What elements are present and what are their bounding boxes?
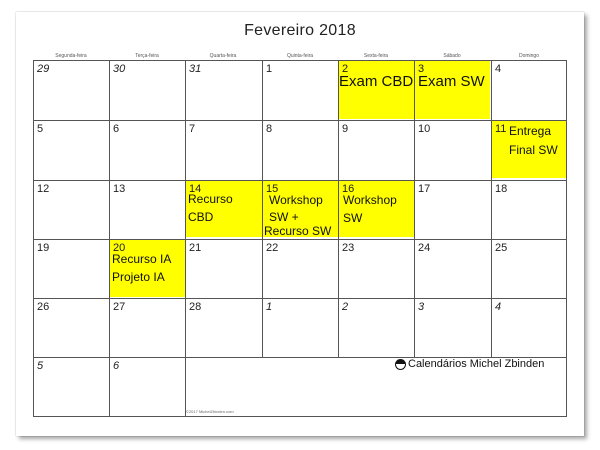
event-note: Recurso <box>188 192 233 206</box>
event-note: Final SW <box>509 143 558 157</box>
day-cell[interactable]: 21 <box>185 239 262 298</box>
event-note: Recurso SW <box>264 224 332 238</box>
event-note: Projeto IA <box>112 270 165 284</box>
day-cell[interactable]: 12 <box>33 180 109 239</box>
day-number: 22 <box>266 242 279 254</box>
day-cell[interactable]: 3 <box>414 298 491 357</box>
weekday-header: Domingo <box>518 53 539 59</box>
day-cell[interactable]: 17 <box>414 180 491 239</box>
event-note: Workshop <box>343 193 397 207</box>
day-number: 13 <box>113 183 126 195</box>
day-cell[interactable]: 6 <box>109 120 185 180</box>
day-cell[interactable]: 4 <box>491 60 567 120</box>
event-note: Workshop <box>269 193 323 207</box>
day-number: 5 <box>37 123 44 135</box>
day-number: 3 <box>418 301 425 313</box>
day-cell[interactable]: 28 <box>185 298 262 357</box>
weekday-header: Sábado <box>443 53 461 59</box>
day-number: 6 <box>113 123 120 135</box>
day-cell[interactable]: 10 <box>414 120 491 180</box>
event-note: SW <box>343 211 363 225</box>
day-number: 12 <box>37 183 50 195</box>
weekday-header: Quarta-feira <box>209 53 237 59</box>
day-number: 1 <box>266 301 273 313</box>
copyright-text: ©2017 MichelZbinden.com <box>186 409 234 414</box>
day-cell[interactable]: 9 <box>338 120 414 180</box>
day-number: 19 <box>37 242 50 254</box>
day-cell[interactable]: 3 <box>414 60 491 120</box>
day-cell[interactable]: 31 <box>185 60 262 120</box>
day-number: 17 <box>418 183 431 195</box>
day-number: 7 <box>189 123 196 135</box>
day-cell[interactable]: 30 <box>109 60 185 120</box>
day-cell[interactable]: 1 <box>262 60 338 120</box>
event-note: Exam SW <box>418 73 485 90</box>
day-cell[interactable]: 2 <box>338 298 414 357</box>
day-number: 31 <box>189 63 202 75</box>
day-cell[interactable]: 22 <box>262 239 338 298</box>
day-number: 4 <box>495 301 502 313</box>
calendar-title: Fevereiro 2018 <box>244 22 356 39</box>
event-note: Recurso IA <box>112 252 172 266</box>
day-cell[interactable]: 5 <box>33 120 109 180</box>
day-number: 18 <box>495 183 508 195</box>
day-cell[interactable]: 18 <box>491 180 567 239</box>
day-number: 24 <box>418 242 431 254</box>
day-cell[interactable]: 26 <box>33 298 109 357</box>
day-cell[interactable]: 7 <box>185 120 262 180</box>
logo-icon <box>395 358 406 370</box>
weekday-header: Quinta-feira <box>286 53 314 59</box>
day-cell[interactable]: 23 <box>338 239 414 298</box>
day-number: 6 <box>113 360 120 372</box>
day-number: 25 <box>495 242 508 254</box>
day-cell[interactable]: 20 <box>109 239 185 298</box>
day-cell[interactable]: 19 <box>33 239 109 298</box>
day-cell[interactable]: 5 <box>33 357 109 417</box>
day-number: 26 <box>37 301 50 313</box>
weekday-header: Terça-feira <box>135 53 159 59</box>
day-number: 27 <box>113 301 126 313</box>
day-number: 11 <box>495 123 507 135</box>
day-cell[interactable]: 8 <box>262 120 338 180</box>
day-number: 4 <box>495 63 502 75</box>
brand-label: Calendários Michel Zbinden <box>408 358 545 370</box>
day-number: 28 <box>189 301 202 313</box>
day-number: 1 <box>266 63 273 75</box>
day-number: 30 <box>113 63 126 75</box>
day-cell[interactable]: 2 <box>338 60 414 120</box>
weekday-header: Sexta-feira <box>363 53 389 59</box>
day-number: 23 <box>342 242 355 254</box>
day-number: 10 <box>418 123 431 135</box>
day-cell[interactable]: 1 <box>262 298 338 357</box>
day-cell[interactable]: 4 <box>491 298 567 357</box>
day-cell[interactable]: 16 <box>338 180 414 239</box>
brand[interactable]: Calendários Michel Zbinden <box>395 358 544 370</box>
day-number: 9 <box>342 123 349 135</box>
event-note: CBD <box>188 210 214 224</box>
day-cell[interactable]: 27 <box>109 298 185 357</box>
day-number: 5 <box>37 360 44 372</box>
day-cell[interactable]: 29 <box>33 60 109 120</box>
day-cell[interactable]: 6 <box>109 357 185 417</box>
day-number: 29 <box>37 63 50 75</box>
day-number: 8 <box>266 123 273 135</box>
event-note: Exam CBD <box>339 73 414 90</box>
day-cell[interactable]: 24 <box>414 239 491 298</box>
day-number: 21 <box>189 242 202 254</box>
weekday-header: Segunda-feira <box>55 53 87 59</box>
event-note: SW + <box>269 210 299 224</box>
day-cell[interactable]: 25 <box>491 239 567 298</box>
day-cell[interactable]: 13 <box>109 180 185 239</box>
event-note: Entrega <box>509 124 552 138</box>
day-number: 2 <box>342 301 349 313</box>
